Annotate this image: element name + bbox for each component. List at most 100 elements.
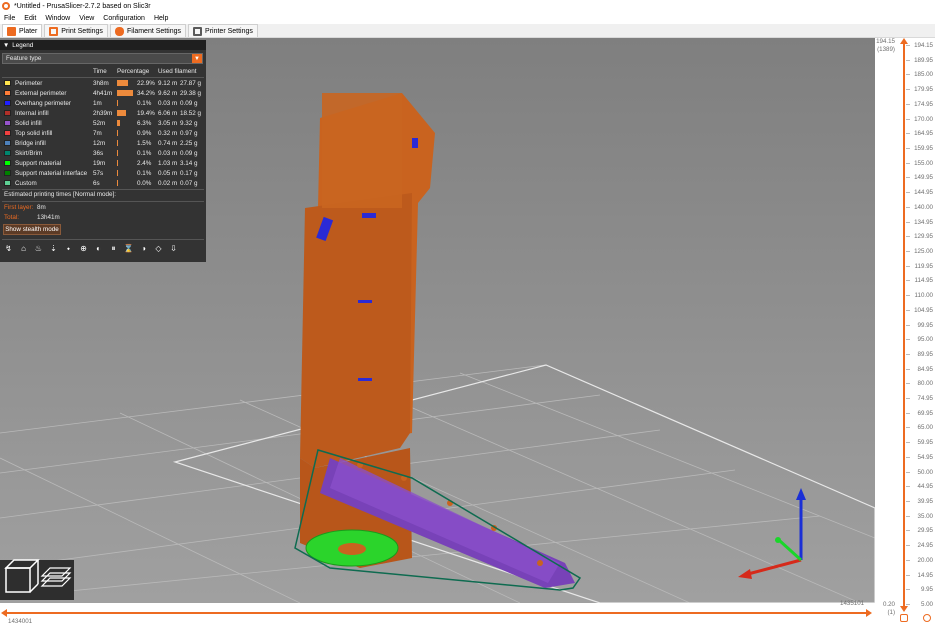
color-swatch [4,140,11,146]
pause-icon[interactable]: ⏸ [108,243,119,254]
color-swatch [4,150,11,156]
slider-tick-label: 129.95 [914,233,933,241]
plater-icon [7,26,16,36]
deretraction-icon[interactable]: ⇣ [48,243,59,254]
layer-slider[interactable]: 194.15 (1389) 194.15 189.95 185.00 179.95 17… [875,38,935,625]
legend-header[interactable]: ▼ Legend [0,40,206,50]
legend-row[interactable]: Perimeter 3h8m 22.9% 9.12 m 27.87 g [0,79,206,89]
feature-length: 3.05 m [158,120,178,127]
shells-icon[interactable]: ◇ [153,243,164,254]
feature-length: 0.03 m [158,100,178,107]
tab-printer-settings[interactable]: Printer Settings [188,24,258,37]
legend-row[interactable]: Custom 6s 0.0% 0.02 m 0.07 g [0,179,206,189]
legend-row[interactable]: Bridge infill 12m 1.5% 0.74 m 2.25 g [0,139,206,149]
slider-right-thumb-icon[interactable] [866,609,872,617]
slider-left-value: 1434001 [8,618,33,625]
color-change-icon[interactable]: ◐ [93,243,104,254]
total-value: 13h41m [37,214,60,221]
slider-tick [906,192,910,194]
slider-rail[interactable] [903,43,905,608]
slider-rail[interactable] [5,612,867,614]
slider-tick [906,265,910,267]
legend-row[interactable]: External perimeter 4h41m 34.2% 9.62 m 29.38 … [0,89,206,99]
menu-help[interactable]: Help [154,15,168,22]
lock-icon[interactable] [900,614,908,622]
tab-filament-settings[interactable]: Filament Settings [109,24,187,37]
tab-print-settings[interactable]: Print Settings [44,24,108,37]
legend-row[interactable]: Internal infill 2h39m 19.4% 6.06 m 18.52 g [0,109,206,119]
slider-tick-label: 125.00 [914,247,933,255]
view-type-select[interactable]: Feature type ▼ [2,53,203,64]
tool-marker-icon[interactable]: ⇩ [168,243,179,254]
legend-divider [2,77,204,78]
tab-plater[interactable]: Plater [2,24,43,37]
feature-weight: 0.17 g [180,170,198,177]
legend-row[interactable]: Top solid infill 7m 0.9% 0.32 m 0.97 g [0,129,206,139]
menu-configuration[interactable]: Configuration [103,15,145,22]
first-layer-label: First layer: [4,204,34,211]
slider-tick-label: 84.95 [917,365,933,373]
legend-panel: ▼ Legend Feature type ▼ Time Percentage … [0,40,206,262]
slider-tick [906,280,910,282]
slider-top-value: 194.15 [876,38,895,45]
legend-row[interactable]: Overhang perimeter 1m 0.1% 0.03 m 0.09 g [0,99,206,109]
slider-tick-label: 74.95 [917,395,933,403]
feature-percentage: 0.1% [137,170,152,177]
menu-file[interactable]: File [4,15,15,22]
slider-tick-label: 80.00 [917,380,933,388]
slider-left-thumb-icon[interactable] [1,609,7,617]
view-toolbar[interactable] [0,559,74,600]
slider-tick-label: 179.95 [914,86,933,94]
slider-tick [906,339,910,341]
move-slider[interactable]: 1435101 1434001 [0,600,875,625]
slider-lower-thumb-icon[interactable] [900,606,908,612]
feature-time: 19m [93,160,106,167]
slider-tick-label: 24.95 [917,542,933,550]
slider-tick-label: 5.00 [920,601,933,608]
bed-grid [0,364,875,603]
window-title: *Untitled - PrusaSlicer-2.7.2 based on S… [14,2,151,10]
slider-tick-label: 69.95 [917,409,933,417]
feature-percentage: 19.4% [137,110,155,117]
slider-tick-label: 35.00 [917,512,933,520]
travel-icon[interactable]: ↯ [3,243,14,254]
slider-tick-label: 9.95 [920,586,933,594]
tool-change-icon[interactable]: ⊕ [78,243,89,254]
legend-row[interactable]: Support material interface 57s 0.1% 0.05 m0… [0,169,206,179]
center-of-gravity-icon[interactable]: ◑ [138,243,149,254]
feature-weight: 0.09 g [180,100,198,107]
seams-icon[interactable]: ⬩ [63,243,74,254]
feature-time: 3h8m [93,80,109,87]
menu-window[interactable]: Window [45,15,70,22]
slider-tick [906,368,910,370]
slider-bottom-layer: (1) [887,609,895,616]
feature-percentage: 0.1% [137,150,152,157]
menu-edit[interactable]: Edit [24,15,36,22]
retraction-icon[interactable]: ♨ [33,243,44,254]
menu-view[interactable]: View [79,15,94,22]
feature-time: 57s [93,170,104,177]
wipe-icon[interactable]: ⌂ [18,243,29,254]
feature-time: 2h39m [93,110,113,117]
slider-tick [906,45,910,46]
slider-tick-label: 104.95 [914,306,933,314]
slider-tick [906,471,910,473]
collapse-triangle-icon[interactable]: ▼ [3,42,9,49]
feature-name: Support material interface [15,170,88,177]
cog-icon[interactable] [923,614,931,622]
feature-weight: 0.07 g [180,180,198,187]
feature-weight: 2.25 g [180,140,198,147]
legend-row[interactable]: Skirt/Brim 36s 0.1% 0.03 m 0.09 g [0,149,206,159]
feature-name: Overhang perimeter [15,100,71,107]
feature-name: Support material [15,160,62,167]
legend-row[interactable]: Support material 19m 2.4% 1.03 m 3.14 g [0,159,206,169]
custom-gcode-icon[interactable]: ⌛ [123,243,134,254]
slider-tick-label: 164.95 [914,130,933,138]
slider-upper-thumb-icon[interactable] [900,38,908,44]
legend-row[interactable]: Solid infill 52m 6.3% 3.05 m 9.32 g [0,119,206,129]
slider-tick [906,250,910,252]
feature-weight: 29.38 g [180,90,202,97]
slider-tick [906,162,910,164]
show-stealth-mode-button[interactable]: Show stealth mode [3,224,61,235]
chevron-down-icon[interactable]: ▼ [192,54,202,63]
